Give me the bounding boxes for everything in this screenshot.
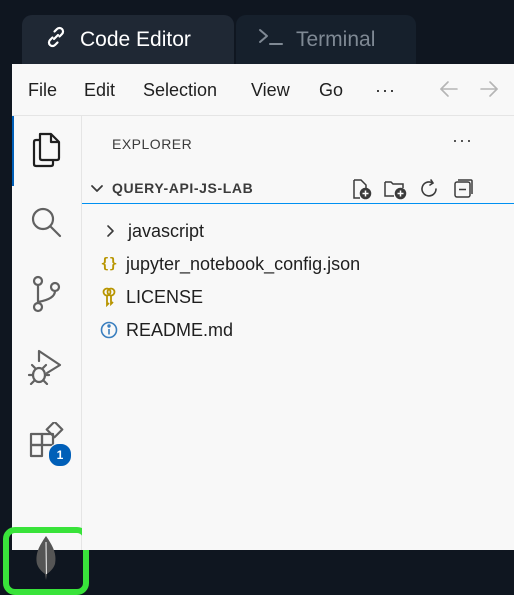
activity-source-control[interactable] [12,266,80,326]
license-key-icon [98,287,120,307]
new-folder-icon[interactable] [378,177,412,201]
explorer-sidebar: EXPLORER ··· QUERY-API-JS-LAB javascript… [82,116,514,550]
tab-label: Terminal [296,28,376,51]
activity-search[interactable] [12,194,80,254]
back-arrow-icon[interactable] [438,78,460,105]
activity-run-debug[interactable] [12,338,80,398]
tab-terminal[interactable]: Terminal [236,15,416,65]
activity-extensions[interactable] [12,412,80,472]
forward-arrow-icon[interactable] [478,78,500,105]
tab-code-editor[interactable]: Code Editor [22,15,234,65]
menu-go[interactable]: Go [319,64,343,116]
search-icon [29,205,63,244]
menu-edit[interactable]: Edit [84,64,115,116]
new-file-icon[interactable] [344,177,378,201]
menu-more[interactable]: ··· [375,64,396,116]
run-debug-icon [27,347,65,390]
link-icon [44,25,80,55]
chevron-right-icon [100,224,122,238]
menu-bar: File Edit Selection View Go ··· [12,64,514,116]
explorer-title: EXPLORER [112,136,193,152]
tree-item-license[interactable]: LICENSE [82,281,514,313]
source-control-icon [29,274,63,319]
chevron-down-icon[interactable] [90,182,104,200]
files-icon [29,131,63,174]
explorer-more-button[interactable]: ··· [452,130,473,151]
editor-window: File Edit Selection View Go ··· 1 EXPLOR… [3,64,514,595]
activity-bar: 1 [3,116,89,595]
menu-file[interactable]: File [28,64,57,116]
tree-item-label: LICENSE [126,286,204,307]
json-braces-icon: {} [100,256,118,272]
tree-item-javascript[interactable]: javascript [82,215,514,247]
terminal-prompt-icon [258,27,296,53]
menu-view[interactable]: View [251,64,290,116]
workspace-section-header[interactable]: QUERY-API-JS-LAB [82,174,514,204]
refresh-icon[interactable] [412,177,446,201]
tree-item-readme[interactable]: README.md [82,314,514,346]
tree-item-label: javascript [128,220,205,241]
tree-item-jupyter-config[interactable]: {} jupyter_notebook_config.json [82,248,514,280]
collapse-all-icon[interactable] [446,177,480,201]
activity-explorer[interactable] [12,122,80,182]
highlight-box [3,527,89,595]
menu-selection[interactable]: Selection [143,64,217,116]
tree-item-label: README.md [126,319,234,340]
workspace-title: QUERY-API-JS-LAB [112,180,254,196]
tab-label: Code Editor [80,28,191,51]
tree-item-label: jupyter_notebook_config.json [126,253,361,274]
section-actions [344,177,480,201]
info-icon [98,321,120,339]
tab-strip: Code Editor Terminal [0,0,514,65]
extensions-badge: 1 [48,443,72,467]
